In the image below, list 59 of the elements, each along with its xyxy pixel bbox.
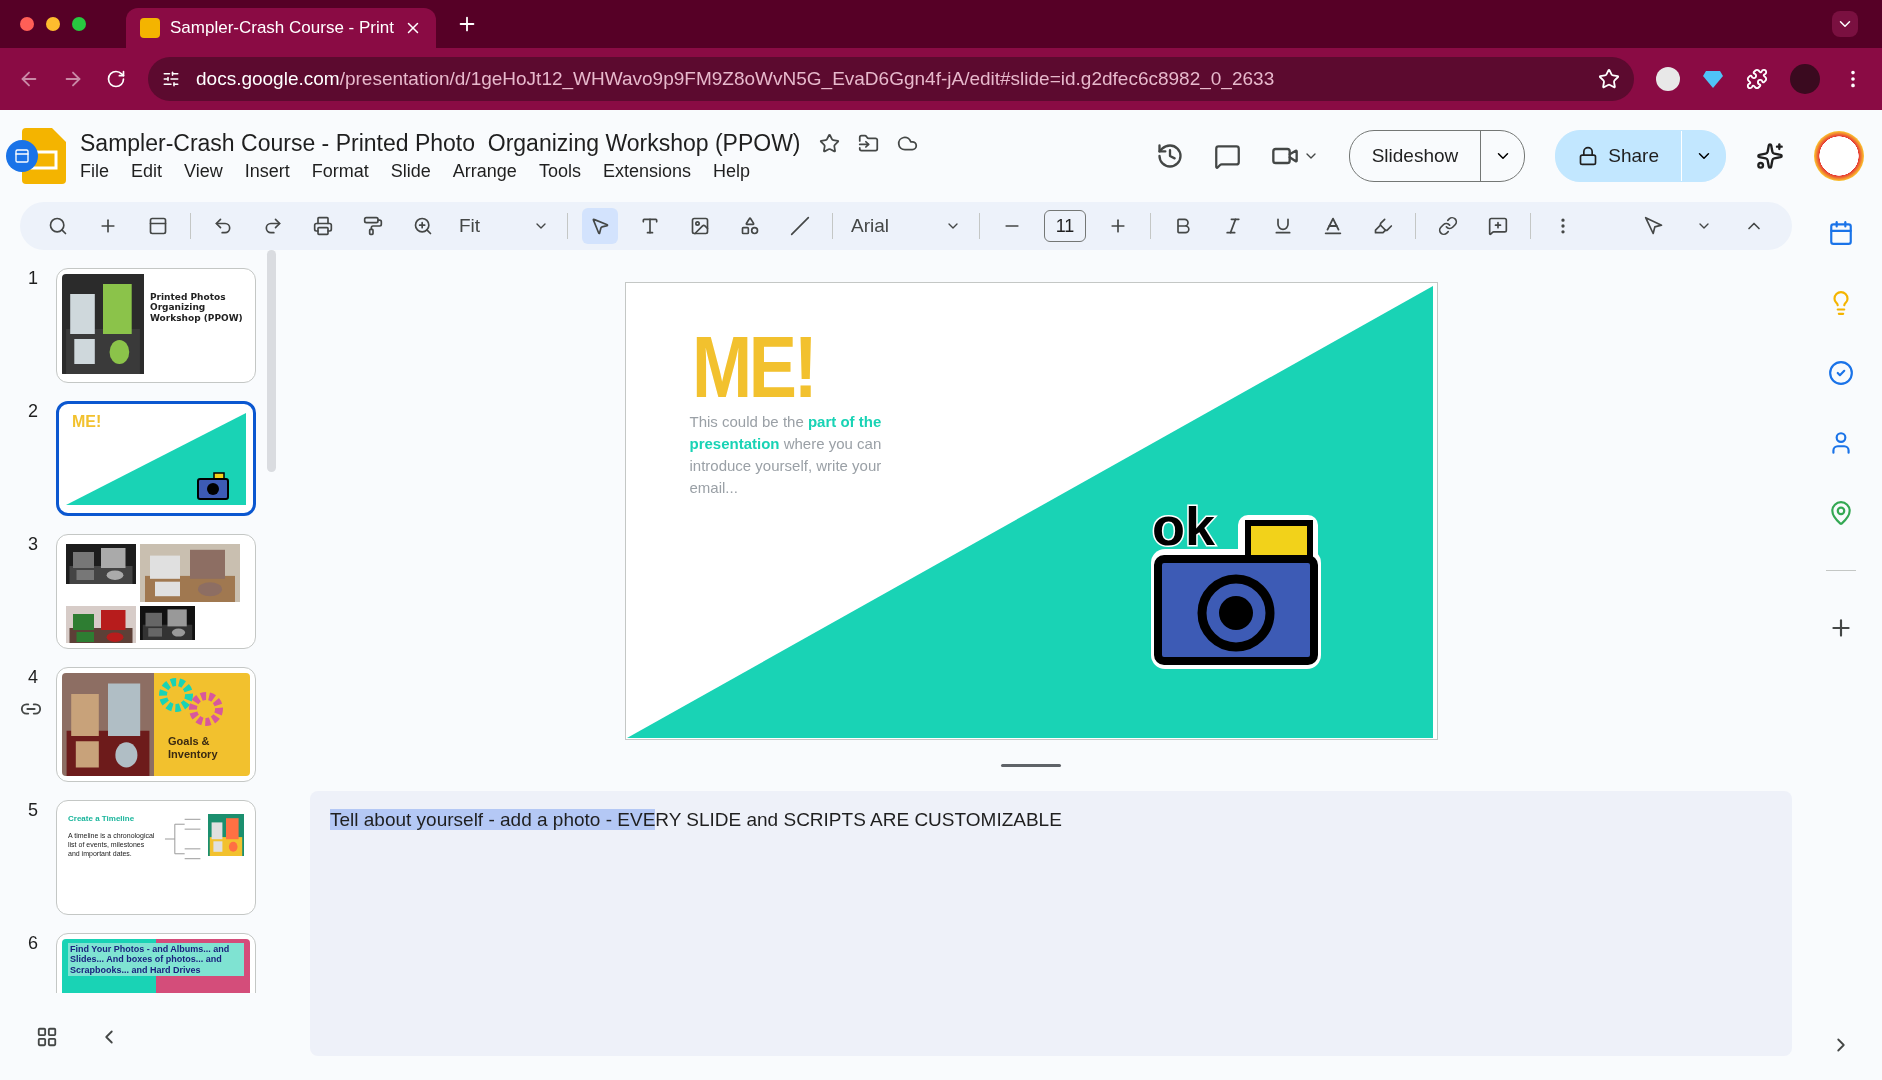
- menu-item[interactable]: Edit: [131, 161, 163, 182]
- menu-item[interactable]: File: [80, 161, 109, 182]
- extensions-puzzle-icon[interactable]: [1746, 68, 1768, 90]
- slide-number: 2: [28, 401, 39, 422]
- star-icon[interactable]: [818, 133, 840, 154]
- menu-item[interactable]: Arrange: [452, 161, 517, 182]
- speaker-notes-text[interactable]: Tell about yourself - add a photo - EVERY SLIDE and SCRIPTS ARE CUSTOMIZABLE: [330, 809, 1772, 831]
- slide-number: 5: [28, 800, 39, 821]
- thumbnail-card[interactable]: Find Your Photos - and Albums... and Slides... And boxes of photos... and Scrapbooks... and Hard Drives: [56, 933, 256, 993]
- menu-item[interactable]: Slide: [390, 161, 431, 182]
- slide-title: Printed Photos Organizing Workshop (PPOW): [149, 291, 244, 325]
- font-size-field[interactable]: 11: [1044, 210, 1086, 242]
- menu-item[interactable]: Insert: [244, 161, 290, 182]
- slide-number: 4: [28, 667, 39, 688]
- zoom-window-button[interactable]: [72, 17, 86, 31]
- tab-search-icon[interactable]: [1832, 11, 1858, 37]
- tasks-icon[interactable]: [1828, 360, 1854, 386]
- minimize-window-button[interactable]: [46, 17, 60, 31]
- menu-item[interactable]: Extensions: [602, 161, 691, 182]
- thumbnail-card[interactable]: [56, 534, 256, 649]
- comments-icon[interactable]: [1213, 142, 1241, 170]
- menu-item[interactable]: Format: [311, 161, 369, 182]
- slide-number: 6: [28, 933, 39, 954]
- zoom-dropdown[interactable]: Fit: [455, 215, 553, 237]
- slide-heading: ME!: [691, 323, 814, 411]
- menu-item[interactable]: Tools: [538, 161, 581, 182]
- version-history-icon[interactable]: [1155, 142, 1184, 170]
- calendar-icon[interactable]: [1828, 220, 1854, 246]
- camera-icon: [196, 472, 230, 500]
- extension-icon[interactable]: [1656, 67, 1680, 91]
- home-badge-icon[interactable]: [6, 140, 38, 172]
- slides-favicon-icon: [140, 18, 160, 38]
- gemini-sparkle-icon[interactable]: [1756, 142, 1784, 170]
- thumbnail-card[interactable]: Goals & Inventory: [56, 667, 256, 782]
- bookmark-star-icon[interactable]: [1598, 68, 1620, 90]
- slide-title: Create a Timeline: [68, 814, 136, 824]
- slide-number: 1: [28, 268, 39, 289]
- site-settings-icon[interactable]: [162, 70, 180, 88]
- slide-body-text: This could be the part of the presentation where you can introduce yourself, write your email...: [689, 412, 883, 498]
- reload-icon[interactable]: [106, 69, 126, 89]
- font-dropdown[interactable]: Arial: [847, 215, 965, 237]
- close-window-button[interactable]: [20, 17, 34, 31]
- scrollbar[interactable]: [267, 250, 276, 472]
- maps-icon[interactable]: [1828, 500, 1854, 526]
- select-tool-icon[interactable]: [582, 208, 618, 244]
- menu-item[interactable]: View: [184, 161, 223, 182]
- slide-number: 3: [28, 534, 39, 555]
- menu-item[interactable]: Help: [712, 161, 750, 182]
- slide-title: Find Your Photos - and Albums... and Slides... And boxes of photos... and Scrapbooks... and Hard Drives: [68, 943, 244, 977]
- account-avatar[interactable]: [1814, 131, 1864, 181]
- slide-title: Goals & Inventory: [168, 735, 219, 761]
- browser-tab[interactable]: Sampler-Crash Course - Print: [126, 8, 436, 48]
- grid-view-icon[interactable]: [36, 1025, 58, 1048]
- document-title[interactable]: Sampler-Crash Course - Printed Photo Organizing Workshop (PPOW): [80, 130, 801, 157]
- lock-icon: [1578, 146, 1599, 166]
- thumbnail-card[interactable]: Printed Photos Organizing Workshop (PPOW): [56, 268, 256, 383]
- gem-icon[interactable]: [1702, 68, 1724, 90]
- slide-title: ME!: [72, 413, 102, 432]
- move-folder-icon[interactable]: [857, 133, 879, 154]
